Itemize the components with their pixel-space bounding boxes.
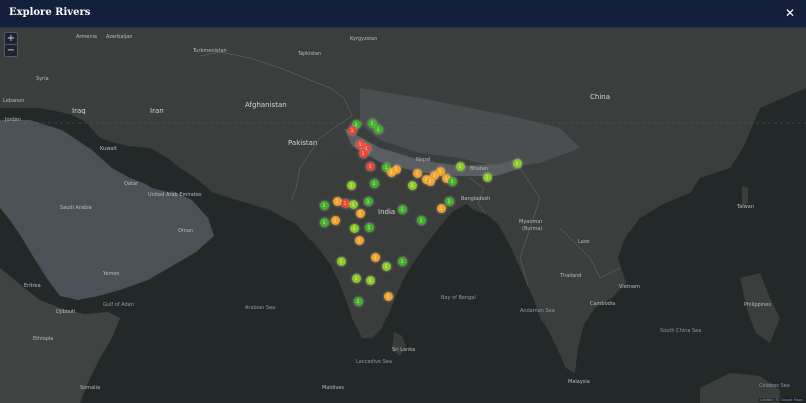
map-label: Nepal xyxy=(416,157,431,163)
map-label: Kuwait xyxy=(100,146,117,152)
river-marker[interactable]: 1 xyxy=(512,158,522,168)
map-label: Vietnam xyxy=(619,284,640,290)
map-label: Yemen xyxy=(103,271,120,277)
map-label: Laccadive Sea xyxy=(356,359,392,365)
river-marker[interactable]: 1 xyxy=(407,180,417,190)
river-marker[interactable]: 1 xyxy=(397,204,407,214)
close-icon[interactable]: ✕ xyxy=(783,5,797,21)
map-label: Saudi Arabia xyxy=(60,205,92,211)
map-label: Armenia xyxy=(76,34,97,40)
map-label: China xyxy=(590,93,610,101)
map-label: India xyxy=(378,208,396,216)
map-label: Lebanon xyxy=(3,98,25,104)
zoom-out-button[interactable]: − xyxy=(5,44,17,56)
river-marker[interactable]: 1 xyxy=(319,217,329,227)
map-label: Cambodia xyxy=(590,301,616,307)
map-label: Gulf of Aden xyxy=(103,302,134,308)
map-attribution[interactable]: Leaflet | © Google Maps xyxy=(759,398,804,402)
river-marker[interactable]: 1 xyxy=(373,124,383,134)
map-label: Iran xyxy=(150,107,164,115)
river-marker[interactable]: 1 xyxy=(397,256,407,266)
map-label: Eritrea xyxy=(24,283,41,289)
river-marker[interactable]: 1 xyxy=(369,178,379,188)
river-marker[interactable]: 1 xyxy=(351,273,361,283)
river-marker[interactable]: 1 xyxy=(444,196,454,206)
map-label: Afghanistan xyxy=(245,101,287,109)
river-marker[interactable]: 1 xyxy=(416,215,426,225)
river-marker[interactable]: 1 xyxy=(348,199,358,209)
map-label: Syria xyxy=(36,76,49,82)
river-marker[interactable]: 1 xyxy=(336,256,346,266)
map-label: Bay of Bengal xyxy=(441,295,476,301)
map-label: Thailand xyxy=(560,273,582,279)
river-marker[interactable]: 1 xyxy=(447,176,457,186)
river-marker[interactable]: 1 xyxy=(381,261,391,271)
map-label: Maldives xyxy=(322,385,344,391)
river-marker[interactable]: 1 xyxy=(436,203,446,213)
map-label: Arabian Sea xyxy=(245,305,276,311)
map-label: Jordan xyxy=(5,117,21,123)
map-label: Iraq xyxy=(72,107,86,115)
map-label: Azerbaijan xyxy=(106,34,133,40)
map-label: Turkmenistan xyxy=(193,48,227,54)
map-label: Oman xyxy=(178,228,194,234)
map-label: Celebes Sea xyxy=(759,383,790,389)
map-label: (Burma) xyxy=(522,226,543,232)
river-marker[interactable]: 1 xyxy=(365,275,375,285)
river-marker[interactable]: 1 xyxy=(354,235,364,245)
map-label: Taiwan xyxy=(737,204,755,210)
river-marker[interactable]: 1 xyxy=(455,161,465,171)
modal-title: Explore Rivers xyxy=(9,7,91,18)
river-marker[interactable]: 1 xyxy=(358,148,368,158)
modal-header: Explore Rivers ✕ xyxy=(0,0,806,28)
map-label: Myanmar xyxy=(519,219,543,225)
explore-rivers-modal: Explore Rivers ✕ China India Pakistan Af… xyxy=(0,0,806,403)
river-marker[interactable]: 1 xyxy=(482,172,492,182)
river-map[interactable]: China India Pakistan Afghanistan Iran Iraq Tur… xyxy=(0,28,806,403)
map-label: Malaysia xyxy=(568,379,590,385)
river-marker[interactable]: 1 xyxy=(363,196,373,206)
river-marker[interactable]: 1 xyxy=(346,180,356,190)
map-label: Bangladesh xyxy=(461,196,491,202)
river-marker[interactable]: 1 xyxy=(370,252,380,262)
map-label: Pakistan xyxy=(288,139,318,147)
river-marker[interactable]: 1 xyxy=(412,168,422,178)
map-label: Somalia xyxy=(80,385,101,391)
map-label: Bhutan xyxy=(470,166,488,172)
map-label: Tajikistan xyxy=(298,51,322,57)
river-marker[interactable]: 1 xyxy=(319,200,329,210)
map-label: South China Sea xyxy=(660,328,702,334)
river-marker[interactable]: 1 xyxy=(383,291,393,301)
zoom-control: + − xyxy=(4,32,18,57)
river-marker[interactable]: 1 xyxy=(330,215,340,225)
map-label: United Arab Emirates xyxy=(148,192,202,198)
map-label: Qatar xyxy=(124,181,139,187)
map-label: Kyrgyzstan xyxy=(350,36,378,42)
river-marker[interactable]: 1 xyxy=(355,208,365,218)
river-marker[interactable]: 1 xyxy=(349,223,359,233)
river-marker[interactable]: 1 xyxy=(391,164,401,174)
river-marker[interactable]: 1 xyxy=(365,161,375,171)
river-marker[interactable]: 1 xyxy=(353,296,363,306)
map-label: Philippines xyxy=(744,302,771,308)
river-marker[interactable]: 1 xyxy=(364,222,374,232)
map-label: Laos xyxy=(578,239,590,245)
map-label: Djibouti xyxy=(56,309,76,315)
map-label: Andaman Sea xyxy=(520,308,555,314)
map-label: Ethiopia xyxy=(33,336,54,342)
map-label: Sri Lanka xyxy=(392,347,416,353)
river-marker[interactable]: 1 xyxy=(347,125,357,135)
zoom-in-button[interactable]: + xyxy=(5,33,17,44)
